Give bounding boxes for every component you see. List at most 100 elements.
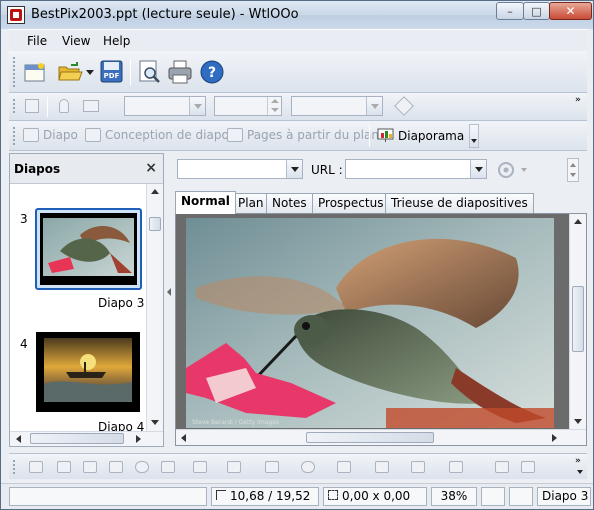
chevron-down-icon[interactable]	[86, 70, 94, 76]
slide-design-label: Conception de diapo	[105, 128, 229, 142]
curve-icon[interactable]	[193, 461, 207, 473]
menu-help[interactable]: Help	[103, 34, 130, 48]
slide-thumbnail-3[interactable]	[35, 208, 142, 290]
slides-vertical-scrollbar[interactable]	[146, 184, 163, 431]
slideshow-icon	[377, 128, 394, 142]
slide-design-button[interactable]: Conception de diapo	[85, 128, 229, 142]
rectangle-icon[interactable]	[109, 461, 123, 473]
close-icon[interactable]: ×	[145, 160, 157, 176]
tab-slide-sorter[interactable]: Trieuse de diapositives	[385, 193, 534, 213]
overflow-chevron-icon[interactable]: »	[575, 95, 585, 105]
zoom-field[interactable]: 38%	[431, 487, 477, 506]
scroll-right-icon[interactable]	[136, 435, 141, 443]
flowchart-icon[interactable]	[375, 461, 389, 473]
chevron-down-icon[interactable]	[286, 160, 302, 178]
chevron-down-icon	[570, 173, 576, 177]
arrow-line-icon[interactable]	[83, 461, 97, 473]
format-toolbar: »	[9, 93, 587, 121]
scrollbar-thumb[interactable]	[30, 433, 124, 444]
print-preview-icon[interactable]	[137, 59, 163, 85]
photo-credit: Steve Berardi / Getty Images	[192, 419, 279, 426]
application-window: BestPix2003.ppt (lecture seule) - WtlOOo…	[0, 0, 594, 510]
expand-slide-label: Pages à partir du plan	[247, 128, 379, 142]
symbol-shapes-icon[interactable]	[301, 461, 315, 473]
callouts-icon[interactable]	[411, 461, 425, 473]
minimize-button[interactable]: –	[496, 2, 524, 20]
hummingbird-photo: Steve Berardi / Getty Images	[186, 218, 554, 428]
new-slide-button[interactable]: Diapo	[23, 128, 78, 142]
line-icon[interactable]	[57, 461, 71, 473]
fontwork-icon[interactable]	[521, 461, 535, 473]
url-label: URL :	[311, 163, 343, 177]
status-selection-mode	[509, 487, 533, 506]
scrollbar-thumb[interactable]	[572, 286, 584, 352]
scroll-up-icon[interactable]	[151, 189, 159, 194]
toolbar-dropdown[interactable]	[469, 124, 479, 148]
tab-normal[interactable]: Normal	[175, 191, 236, 214]
slide-canvas: Steve Berardi / Getty Images	[175, 213, 587, 446]
menu-view[interactable]: View	[62, 34, 90, 48]
title-bar[interactable]: BestPix2003.ppt (lecture seule) - WtlOOo…	[1, 1, 593, 29]
ellipse-icon[interactable]	[135, 461, 149, 473]
scrollbar-thumb[interactable]	[149, 217, 161, 231]
scroll-left-icon[interactable]	[181, 434, 186, 442]
open-folder-icon[interactable]	[57, 61, 85, 83]
scroll-down-icon[interactable]	[151, 420, 159, 425]
tab-notes[interactable]: Notes	[266, 193, 313, 213]
current-slide[interactable]: Steve Berardi / Getty Images	[186, 218, 554, 428]
slide-number: 3	[20, 212, 28, 226]
tab-plan[interactable]: Plan	[232, 193, 270, 213]
reload-icon[interactable]	[497, 161, 517, 179]
help-icon[interactable]: ?	[199, 59, 225, 85]
chevron-down-icon[interactable]	[577, 470, 583, 474]
style-combo[interactable]	[291, 96, 383, 116]
status-bar: 10,68 / 19,52 0,00 x 0,00 38% Diapo 3	[1, 483, 593, 509]
url-toolbar-spinner[interactable]	[567, 158, 579, 182]
toolbar-separator	[130, 59, 131, 85]
close-button[interactable]: ✕	[549, 2, 592, 20]
chevron-down-icon[interactable]	[470, 160, 486, 178]
scroll-right-icon[interactable]	[552, 434, 557, 442]
chevron-down-icon[interactable]	[366, 97, 382, 115]
scroll-down-icon[interactable]	[574, 419, 582, 424]
menu-file[interactable]: File	[27, 34, 47, 48]
expand-slide-button[interactable]: Pages à partir du plan	[227, 128, 379, 142]
slides-horizontal-scrollbar[interactable]	[10, 431, 163, 446]
font-size-spinner[interactable]	[214, 96, 282, 116]
chevron-down-icon[interactable]	[521, 168, 527, 172]
overflow-chevron-icon[interactable]: »	[575, 456, 585, 466]
status-size: 0,00 x 0,00	[323, 487, 427, 506]
slide-layout-icon	[25, 99, 39, 113]
slide-thumbnail-4[interactable]	[36, 332, 140, 412]
toolbar-grip[interactable]	[12, 98, 16, 115]
print-icon[interactable]	[167, 59, 193, 85]
font-name-combo[interactable]	[124, 96, 206, 116]
status-slide: Diapo 3	[537, 487, 591, 506]
stars-icon[interactable]	[449, 461, 463, 473]
scrollbar-thumb[interactable]	[306, 432, 434, 443]
url-toolbar: URL :	[171, 153, 587, 189]
chevron-down-icon[interactable]	[189, 97, 205, 115]
select-arrow-icon[interactable]	[29, 461, 43, 473]
toolbar-grip[interactable]	[12, 459, 16, 474]
basic-shapes-icon[interactable]	[265, 461, 279, 473]
scroll-left-icon[interactable]	[16, 435, 21, 443]
target-combo[interactable]	[177, 159, 303, 179]
spinner-arrows[interactable]	[267, 97, 281, 115]
block-arrows-icon[interactable]	[337, 461, 351, 473]
tab-prospectus[interactable]: Prospectus	[312, 193, 390, 213]
text-icon[interactable]	[161, 461, 175, 473]
editor-horizontal-scrollbar[interactable]	[176, 429, 586, 445]
maximize-button[interactable]: □	[523, 2, 550, 20]
url-input[interactable]	[345, 159, 487, 179]
points-icon[interactable]	[495, 461, 509, 473]
slides-pane-header: Diapos ×	[10, 154, 163, 184]
toolbar-grip[interactable]	[12, 126, 16, 145]
toolbar-grip[interactable]	[12, 56, 16, 87]
new-document-icon[interactable]	[23, 61, 47, 83]
editor-vertical-scrollbar[interactable]	[569, 214, 586, 430]
scroll-up-icon[interactable]	[574, 219, 582, 224]
connector-icon[interactable]	[227, 461, 241, 473]
export-pdf-icon[interactable]: PDF	[99, 59, 125, 85]
slideshow-button[interactable]: Diaporama	[377, 128, 464, 143]
